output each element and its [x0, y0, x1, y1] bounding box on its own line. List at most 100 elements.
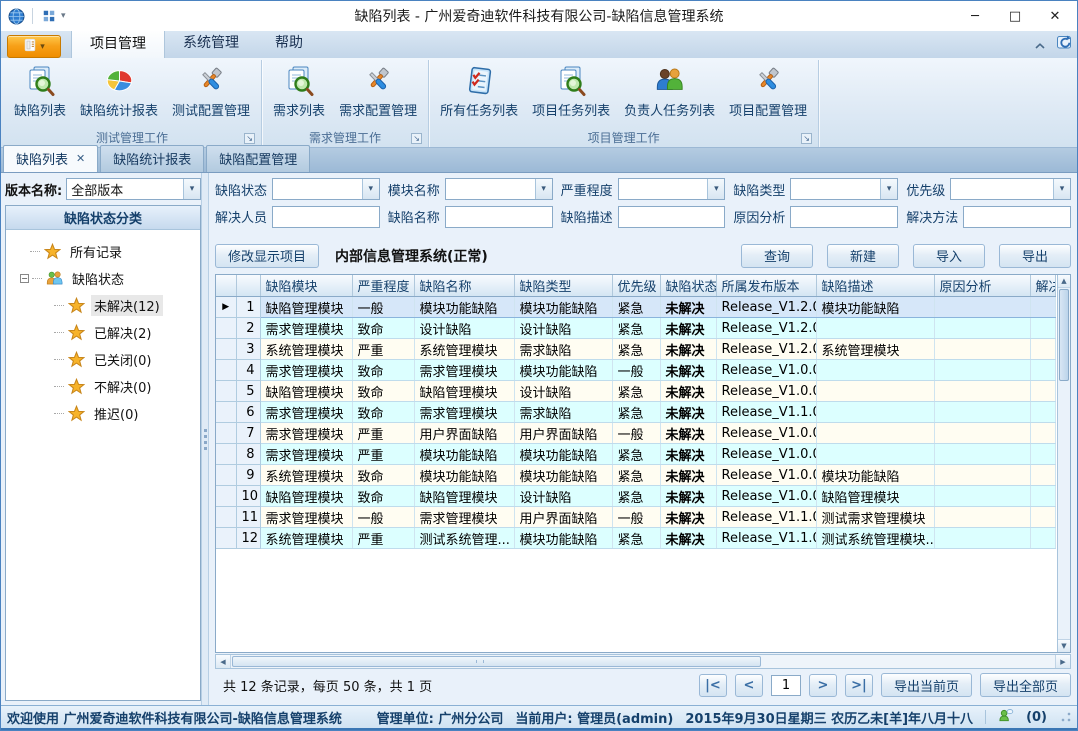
export-all-pages-button[interactable]: 导出全部页 — [980, 673, 1071, 697]
collapse-expander-icon[interactable]: − — [20, 274, 29, 283]
app-menu-icon — [23, 37, 37, 56]
minimize-button[interactable]: ─ — [955, 3, 995, 29]
filter-input[interactable] — [963, 206, 1071, 228]
table-row[interactable]: 8需求管理模块严重模块功能缺陷模块功能缺陷紧急未解决Release_V1.0.0 — [216, 444, 1055, 465]
ribbon-button-2-1[interactable]: 项目任务列表 — [525, 61, 617, 121]
help-icon[interactable] — [1056, 34, 1073, 54]
version-select[interactable]: 全部版本 ▾ — [66, 178, 201, 200]
record-summary: 共 12 条记录，每页 50 条，共 1 页 — [215, 676, 432, 695]
doc-tab-0[interactable]: 缺陷列表✕ — [3, 145, 98, 172]
prev-page-button[interactable]: < — [735, 674, 763, 697]
ribbon-tab-1[interactable]: 系统管理 — [165, 28, 257, 58]
column-header-3[interactable]: 缺陷类型 — [514, 275, 612, 297]
action-button-2[interactable]: 导入 — [913, 244, 985, 268]
table-row[interactable]: 7需求管理模块严重用户界面缺陷用户界面缺陷一般未解决Release_V1.0.0 — [216, 423, 1055, 444]
ribbon-button-0-0[interactable]: 缺陷列表 — [7, 61, 73, 121]
chevron-down-icon[interactable]: ▾ — [535, 179, 552, 199]
chevron-down-icon[interactable]: ▾ — [1053, 179, 1070, 199]
table-row[interactable]: 5缺陷管理模块致命缺陷管理模块设计缺陷紧急未解决Release_V1.0.0 — [216, 381, 1055, 402]
column-header-2[interactable]: 缺陷名称 — [414, 275, 514, 297]
column-header-5[interactable]: 缺陷状态 — [660, 275, 716, 297]
column-header-1[interactable]: 严重程度 — [352, 275, 414, 297]
close-button[interactable]: ✕ — [1035, 3, 1075, 29]
ribbon-button-0-2[interactable]: 测试配置管理 — [165, 61, 257, 121]
tree-item-1[interactable]: −缺陷状态 — [12, 265, 198, 292]
tree-item-0[interactable]: 所有记录 — [12, 238, 198, 265]
filter-input[interactable] — [445, 206, 553, 228]
ribbon-button-1-0[interactable]: 需求列表 — [266, 61, 332, 121]
filter-dropdown[interactable]: ▾ — [618, 178, 726, 200]
column-header-7[interactable]: 缺陷描述 — [816, 275, 934, 297]
quick-access-dropdown-icon[interactable]: ▾ — [61, 11, 66, 21]
vertical-scrollbar[interactable]: ▲ ▼ — [1057, 275, 1070, 653]
column-header-8[interactable]: 原因分析 — [934, 275, 1030, 297]
action-button-0[interactable]: 查询 — [741, 244, 813, 268]
ribbon-button-2-3[interactable]: 项目配置管理 — [722, 61, 814, 121]
doc-tab-2[interactable]: 缺陷配置管理 — [206, 145, 310, 172]
first-page-button[interactable]: |< — [699, 674, 727, 697]
tree-item-6[interactable]: 推迟(0) — [12, 400, 198, 427]
horizontal-scroll-thumb[interactable] — [232, 656, 761, 667]
filter-input[interactable] — [618, 206, 726, 228]
dialog-launcher-icon[interactable]: ↘ — [801, 133, 812, 144]
table-row[interactable]: ▶1缺陷管理模块一般模块功能缺陷模块功能缺陷紧急未解决Release_V1.2.… — [216, 297, 1055, 318]
chevron-down-icon[interactable]: ▾ — [707, 179, 724, 199]
dialog-launcher-icon[interactable]: ↘ — [411, 133, 422, 144]
ribbon-tab-2[interactable]: 帮助 — [257, 28, 321, 58]
maximize-button[interactable]: □ — [995, 3, 1035, 29]
ribbon-button-1-1[interactable]: 需求配置管理 — [332, 61, 424, 121]
horizontal-scrollbar[interactable]: ◀ ▶ — [215, 654, 1071, 669]
filter-dropdown[interactable]: ▾ — [272, 178, 380, 200]
filter-input[interactable] — [790, 206, 898, 228]
filter-dropdown[interactable]: ▾ — [950, 178, 1071, 200]
table-row[interactable]: 4需求管理模块致命需求管理模块模块功能缺陷一般未解决Release_V1.0.0 — [216, 360, 1055, 381]
table-row[interactable]: 9系统管理模块致命模块功能缺陷模块功能缺陷紧急未解决Release_V1.0.0… — [216, 465, 1055, 486]
chevron-down-icon[interactable]: ▾ — [183, 179, 200, 199]
app-menu-button[interactable]: ▾ — [7, 35, 61, 58]
column-header-0[interactable]: 缺陷模块 — [260, 275, 352, 297]
scroll-up-icon[interactable]: ▲ — [1058, 275, 1070, 288]
last-page-button[interactable]: >| — [845, 674, 873, 697]
resize-grip-icon[interactable] — [1061, 712, 1071, 722]
page-number-input[interactable] — [771, 675, 801, 696]
column-header-4[interactable]: 优先级 — [612, 275, 660, 297]
vertical-scroll-thumb[interactable] — [1059, 289, 1069, 381]
column-header-9[interactable]: 解决方法 — [1030, 275, 1055, 297]
scroll-left-icon[interactable]: ◀ — [216, 655, 231, 668]
scroll-right-icon[interactable]: ▶ — [1055, 655, 1070, 668]
doc-tab-1[interactable]: 缺陷统计报表 — [100, 145, 204, 172]
table-row[interactable]: 11需求管理模块一般需求管理模块用户界面缺陷一般未解决Release_V1.1.… — [216, 507, 1055, 528]
ribbon-collapse-icon[interactable] — [1034, 35, 1046, 54]
dialog-launcher-icon[interactable]: ↘ — [244, 133, 255, 144]
chevron-down-icon[interactable]: ▾ — [880, 179, 897, 199]
action-button-3[interactable]: 导出 — [999, 244, 1071, 268]
table-row[interactable]: 12系统管理模块严重测试系统管理...模块功能缺陷紧急未解决Release_V1… — [216, 528, 1055, 549]
table-row[interactable]: 3系统管理模块严重系统管理模块需求缺陷紧急未解决Release_V1.2.0系统… — [216, 339, 1055, 360]
cell-cause — [934, 339, 1030, 360]
next-page-button[interactable]: > — [809, 674, 837, 697]
scroll-down-icon[interactable]: ▼ — [1058, 639, 1070, 652]
ribbon-button-2-2[interactable]: 负责人任务列表 — [617, 61, 722, 121]
column-header-6[interactable]: 所属发布版本 — [716, 275, 816, 297]
chevron-down-icon[interactable]: ▾ — [362, 179, 379, 199]
cell-cause — [934, 381, 1030, 402]
tree-item-2[interactable]: 未解决(12) — [12, 292, 198, 319]
modify-columns-button[interactable]: 修改显示项目 — [215, 244, 319, 268]
action-button-1[interactable]: 新建 — [827, 244, 899, 268]
ribbon-button-0-1[interactable]: 缺陷统计报表 — [73, 61, 165, 121]
export-current-page-button[interactable]: 导出当前页 — [881, 673, 972, 697]
filter-dropdown[interactable]: ▾ — [445, 178, 553, 200]
ribbon-button-2-0[interactable]: 所有任务列表 — [433, 61, 525, 121]
sidebar-splitter[interactable] — [201, 173, 209, 705]
close-tab-icon[interactable]: ✕ — [76, 152, 85, 165]
tree-item-4[interactable]: 已关闭(0) — [12, 346, 198, 373]
tree-item-5[interactable]: 不解决(0) — [12, 373, 198, 400]
filter-input[interactable] — [272, 206, 380, 228]
table-row[interactable]: 10缺陷管理模块致命缺陷管理模块设计缺陷紧急未解决Release_V1.0.0缺… — [216, 486, 1055, 507]
quick-access-icon[interactable] — [40, 7, 58, 25]
tree-item-3[interactable]: 已解决(2) — [12, 319, 198, 346]
filter-dropdown[interactable]: ▾ — [790, 178, 898, 200]
table-row[interactable]: 6需求管理模块致命需求管理模块需求缺陷紧急未解决Release_V1.1.0 — [216, 402, 1055, 423]
ribbon-tab-0[interactable]: 项目管理 — [71, 28, 165, 58]
table-row[interactable]: 2需求管理模块致命设计缺陷设计缺陷紧急未解决Release_V1.2.0 — [216, 318, 1055, 339]
